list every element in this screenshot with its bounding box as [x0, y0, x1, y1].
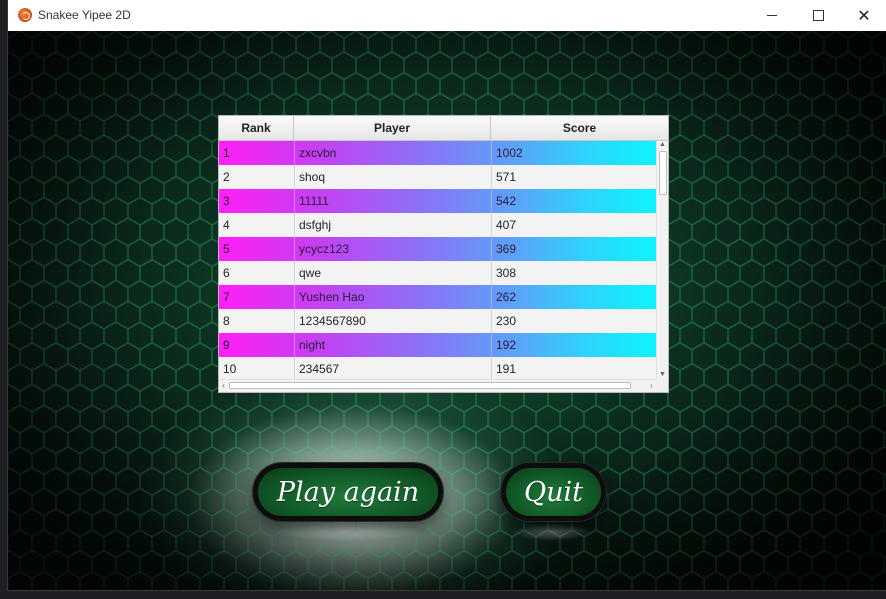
leaderboard-table: Rank Player Score 1 zxcvbn 1002 2 shoq 571 3 11…	[218, 115, 669, 393]
score-cell: 571	[491, 165, 656, 189]
player-cell: 11111	[294, 189, 491, 213]
table-row[interactable]: 4 dsfghj 407	[219, 213, 656, 237]
header-score[interactable]: Score	[491, 116, 668, 140]
score-cell: 262	[491, 285, 656, 309]
table-body: 1 zxcvbn 1002 2 shoq 571 3 11111 542 4 dsfghj 407 5 y…	[219, 141, 656, 379]
score-cell: 192	[491, 333, 656, 357]
score-cell: 191	[491, 357, 656, 379]
player-cell: night	[294, 333, 491, 357]
snake-app-icon	[18, 8, 32, 22]
score-cell: 407	[491, 213, 656, 237]
player-cell: 1234567890	[294, 309, 491, 333]
rank-cell: 9	[223, 338, 230, 352]
horizontal-scroll-thumb[interactable]	[229, 382, 631, 389]
table-row[interactable]: 10 234567 191	[219, 357, 656, 379]
header-player[interactable]: Player	[294, 116, 491, 140]
player-cell: ycycz123	[294, 237, 491, 261]
rank-cell: 5	[223, 242, 230, 256]
horizontal-scrollbar[interactable]: ‹ ›	[219, 379, 656, 391]
play-button-reflection	[273, 523, 423, 541]
background-editor-strip	[0, 0, 8, 599]
table-row[interactable]: 7 Yushen Hao 262	[219, 285, 656, 309]
player-cell: 234567	[294, 357, 491, 379]
table-header: Rank Player Score	[219, 116, 668, 141]
player-cell: dsfghj	[294, 213, 491, 237]
minimize-icon	[767, 15, 777, 16]
player-cell: Yushen Hao	[294, 285, 491, 309]
scroll-down-icon[interactable]: ▼	[658, 371, 667, 379]
table-row[interactable]: 1 zxcvbn 1002	[219, 141, 656, 165]
player-cell: zxcvbn	[294, 141, 491, 165]
maximize-button[interactable]	[795, 0, 841, 31]
player-cell: shoq	[294, 165, 491, 189]
score-cell: 542	[491, 189, 656, 213]
table-row[interactable]: 5 ycycz123 369	[219, 237, 656, 261]
close-button[interactable]: ✕	[841, 0, 886, 31]
background-editor-bottom	[0, 590, 886, 599]
table-row[interactable]: 3 11111 542	[219, 189, 656, 213]
play-again-button[interactable]: Play again	[253, 463, 443, 521]
header-rank[interactable]: Rank	[219, 116, 294, 140]
rank-cell: 6	[223, 266, 230, 280]
game-window: Snakee Yipee 2D ✕ Rank Player Score 1 zxc…	[8, 0, 886, 590]
title-bar[interactable]: Snakee Yipee 2D ✕	[8, 0, 886, 31]
rank-cell: 1	[223, 146, 230, 160]
score-cell: 369	[491, 237, 656, 261]
quit-button-reflection	[513, 523, 593, 541]
close-icon: ✕	[857, 5, 871, 25]
scroll-up-icon[interactable]: ▲	[658, 141, 667, 149]
minimize-button[interactable]	[749, 0, 795, 31]
score-cell: 308	[491, 261, 656, 285]
maximize-icon	[812, 10, 824, 21]
rank-cell: 10	[223, 362, 237, 376]
scroll-left-icon[interactable]: ‹	[219, 380, 228, 391]
table-row[interactable]: 8 1234567890 230	[219, 309, 656, 333]
rank-cell: 4	[223, 218, 230, 232]
vertical-scroll-thumb[interactable]	[659, 151, 667, 195]
scroll-right-icon[interactable]: ›	[647, 380, 656, 391]
rank-cell: 3	[223, 194, 230, 208]
score-cell: 1002	[491, 141, 656, 165]
quit-button[interactable]: Quit	[501, 463, 606, 521]
vertical-scrollbar[interactable]: ▲ ▼	[656, 141, 668, 379]
score-cell: 230	[491, 309, 656, 333]
window-title: Snakee Yipee 2D	[38, 8, 131, 22]
table-row[interactable]: 9 night 192	[219, 333, 656, 357]
table-row[interactable]: 6 qwe 308	[219, 261, 656, 285]
rank-cell: 8	[223, 314, 230, 328]
game-canvas: Rank Player Score 1 zxcvbn 1002 2 shoq 571 3 11…	[8, 31, 886, 590]
rank-cell: 2	[223, 170, 230, 184]
player-cell: qwe	[294, 261, 491, 285]
rank-cell: 7	[223, 290, 230, 304]
table-row[interactable]: 2 shoq 571	[219, 165, 656, 189]
